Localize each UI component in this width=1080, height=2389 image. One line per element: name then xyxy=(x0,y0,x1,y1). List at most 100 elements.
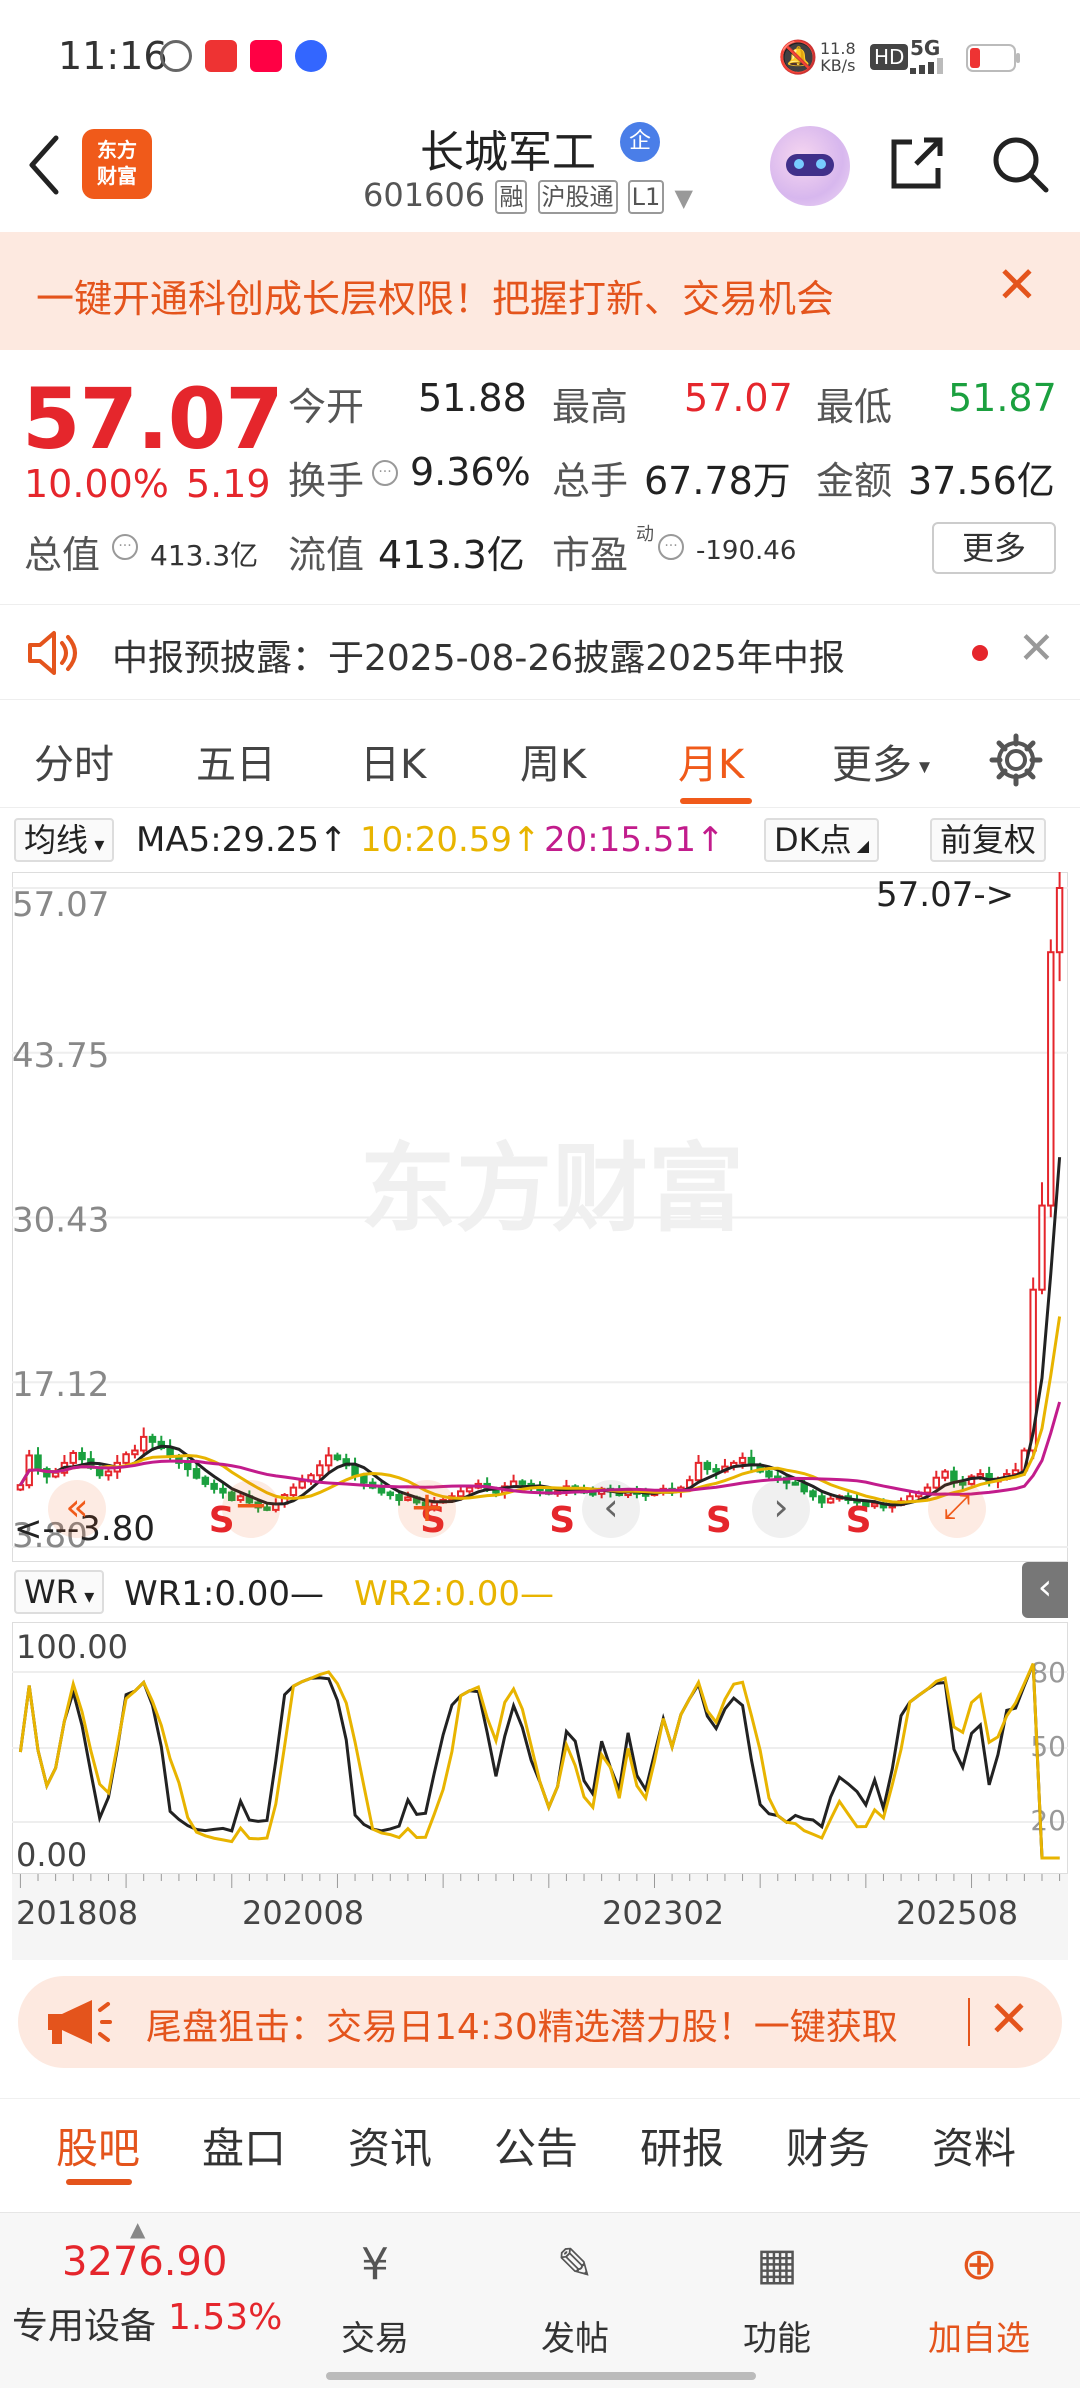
wr2-value: WR2:0.00— xyxy=(354,1574,555,1614)
pe-sup: 动 xyxy=(636,524,654,545)
stock-subtitle[interactable]: 601606 融 沪股通 L1 ▼ xyxy=(363,176,693,214)
candle-body xyxy=(818,1495,826,1504)
assistant-avatar-icon[interactable] xyxy=(770,126,850,206)
nav-functions-label: 功能 xyxy=(743,2319,811,2359)
tab-orderbook[interactable]: 盘口 xyxy=(202,2115,286,2176)
app-logo[interactable]: 东方 财富 xyxy=(82,129,152,199)
closing-picks-banner[interactable]: 尾盘狙击：交易日14:30精选潜力股！一键获取 ✕ xyxy=(18,1976,1062,2068)
pe-value: -190.46 xyxy=(696,536,797,566)
zoom-in-icon[interactable]: + xyxy=(398,1480,456,1538)
notice-close-icon[interactable]: ✕ xyxy=(1018,623,1055,674)
trade-icon: ¥ xyxy=(361,2239,389,2290)
change-amount: 5.19 xyxy=(186,462,271,506)
period-tabs: 分时 五日 日K 周K 月K 更多 ▾ xyxy=(0,712,1080,808)
tab-news[interactable]: 资讯 xyxy=(348,2115,432,2176)
caret-down-icon: ▾ xyxy=(77,1584,95,1608)
x-label-202008: 202008 xyxy=(242,1894,365,1932)
settings-gear-icon[interactable] xyxy=(988,732,1044,788)
scroll-right-icon[interactable]: › xyxy=(752,1480,810,1538)
amount-value: 37.56亿 xyxy=(908,459,1055,503)
notice-text[interactable]: 中报预披露：于2025-08-26披露2025年中报 xyxy=(112,629,845,681)
promo-text[interactable]: 一键开通科创成长层权限！把握打新、交易机会 xyxy=(36,268,834,323)
candle-body xyxy=(694,1461,703,1482)
nav-post[interactable]: ✎ 发帖 xyxy=(500,2233,650,2360)
nav-functions[interactable]: ▦ 功能 xyxy=(702,2233,852,2360)
more-button[interactable]: 更多 xyxy=(932,522,1056,574)
promo-close-icon[interactable]: ✕ xyxy=(996,260,1038,310)
speaker-icon xyxy=(28,631,77,675)
tab-daily-k[interactable]: 日K xyxy=(360,732,426,790)
notice-bar[interactable]: 中报预披露：于2025-08-26披露2025年中报 ✕ xyxy=(0,604,1080,700)
kline-chart[interactable]: 东方财富 57.07 43.75 30.43 17.12 3.80 57.07-> <-… xyxy=(11,859,1069,1563)
tab-financials[interactable]: 财务 xyxy=(786,2115,870,2176)
level-tag: L1 xyxy=(627,180,665,214)
sell-signal-label[interactable]: S xyxy=(549,1500,575,1541)
promo-banner[interactable]: 一键开通科创成长层权限！把握打新、交易机会 ✕ xyxy=(0,232,1080,350)
candle-body xyxy=(333,1454,342,1461)
zoom-out-icon[interactable]: − xyxy=(222,1480,280,1538)
adjust-mode-button[interactable]: 前复权 xyxy=(930,818,1047,862)
tab-profile[interactable]: 资料 xyxy=(932,2115,1016,2176)
ma5-value: MA5:29.25↑ xyxy=(136,820,348,860)
connect-tag: 沪股通 xyxy=(537,180,618,214)
candle-body xyxy=(386,1491,395,1497)
caret-up-icon: ▲ xyxy=(130,2217,146,2241)
turnover-info-icon[interactable]: ··· xyxy=(372,460,398,486)
collapse-panel-icon[interactable]: ‹ xyxy=(1022,1562,1068,1618)
float-value: 413.3亿 xyxy=(378,533,525,577)
tab-research[interactable]: 研报 xyxy=(640,2115,724,2176)
wr-selector-button[interactable]: WR ▾ xyxy=(14,1570,105,1614)
home-indicator[interactable] xyxy=(326,2372,756,2380)
tab-more[interactable]: 更多 ▾ xyxy=(832,732,930,790)
wr2-text: WR2:0.00 xyxy=(354,1574,521,1614)
nav-add-watchlist[interactable]: ⊕ 加自选 xyxy=(904,2233,1054,2360)
info-icon[interactable]: ··· xyxy=(112,534,138,560)
sell-signal-label[interactable]: S xyxy=(706,1500,732,1541)
wr-chart[interactable]: 100.00 0.00 80 50 20 xyxy=(11,1621,1069,1875)
pe-label: 市盈 xyxy=(552,533,629,577)
nav-trade[interactable]: ¥ 交易 xyxy=(300,2233,450,2360)
candle-body xyxy=(51,1471,60,1478)
fullscreen-icon[interactable]: ⤢ xyxy=(928,1480,986,1538)
tab-forum[interactable]: 股吧 xyxy=(56,2115,140,2176)
wr-right-20: 20 xyxy=(1030,1804,1066,1837)
dk-point-button[interactable]: DK点 ◢ xyxy=(764,818,880,862)
closing-picks-text[interactable]: 尾盘狙击：交易日14:30精选潜力股！一键获取 xyxy=(146,1998,966,2050)
scroll-left-icon[interactable]: ‹ xyxy=(582,1480,640,1538)
back-icon[interactable] xyxy=(24,134,64,196)
high-label: 最高 xyxy=(552,385,629,429)
mute-icon: 🔕 xyxy=(778,38,818,76)
candle-body xyxy=(351,1464,359,1477)
tab-monthly-k[interactable]: 月K xyxy=(678,732,744,790)
x-label-202302: 202302 xyxy=(602,1894,725,1932)
watermark: 东方财富 xyxy=(360,1133,744,1245)
candle-body xyxy=(465,1486,474,1493)
nav-post-label: 发帖 xyxy=(541,2319,609,2359)
wr-right-80: 80 xyxy=(1030,1656,1066,1689)
index-name: 专用设备 xyxy=(12,2306,157,2347)
candle-body xyxy=(1047,951,1055,1207)
search-icon[interactable] xyxy=(988,132,1052,196)
open-label: 今开 xyxy=(288,385,365,429)
tab-announcements[interactable]: 公告 xyxy=(494,2115,578,2176)
sector-index-panel[interactable]: ▲ 3276.90 专用设备 1.53% xyxy=(0,2213,290,2389)
sell-signal-label[interactable]: S xyxy=(846,1500,872,1541)
kline-svg: 东方财富 57.0743.7530.4317.123.80 57.07-> <-… xyxy=(11,859,1069,1563)
tab-five-day[interactable]: 五日 xyxy=(196,732,276,790)
battery-icon xyxy=(966,44,1020,72)
share-icon[interactable] xyxy=(884,132,948,196)
candle-body xyxy=(941,1470,949,1479)
ma10-text: 10:20.59 xyxy=(360,820,513,860)
candle-body xyxy=(976,1473,985,1478)
status-bar: 11:16 🔕 11.8 KB/s HD 5G xyxy=(0,0,1080,110)
tab-intraday[interactable]: 分时 xyxy=(34,732,114,790)
edit-icon: ✎ xyxy=(556,2239,594,2290)
tab-weekly-k[interactable]: 周K xyxy=(520,732,586,790)
banner-close-icon[interactable]: ✕ xyxy=(988,1990,1030,2048)
ma-selector-button[interactable]: 均线 ▾ xyxy=(14,818,115,862)
candle-body xyxy=(139,1435,148,1452)
scroll-left-fast-icon[interactable]: « xyxy=(48,1480,106,1538)
max-price-label: 57.07-> xyxy=(876,875,1014,915)
pe-info-icon[interactable]: ··· xyxy=(658,534,684,560)
active-tab-indicator xyxy=(680,798,752,804)
